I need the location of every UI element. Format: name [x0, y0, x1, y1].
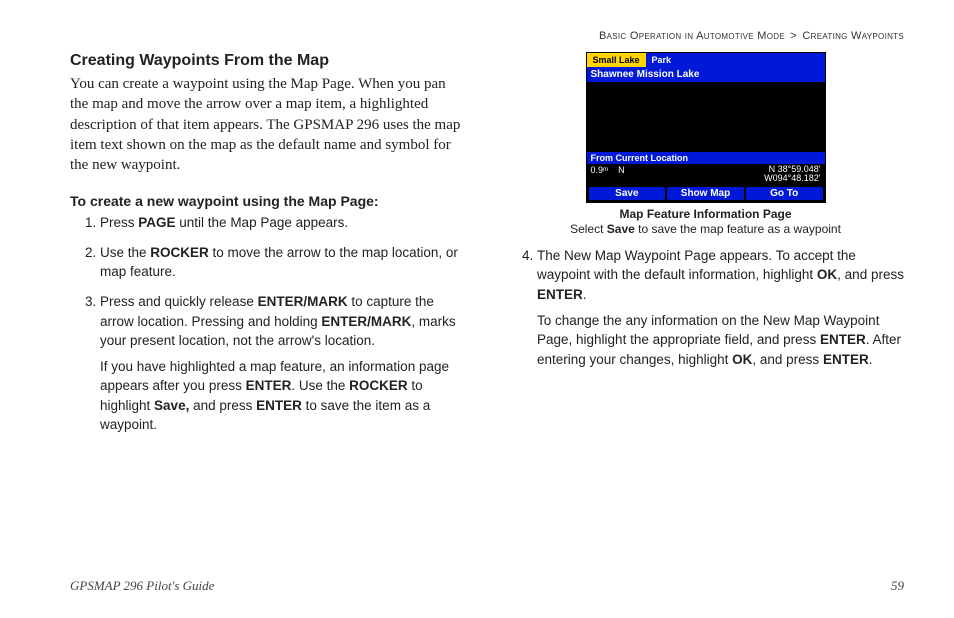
key-rocker: ROCKER: [349, 378, 408, 393]
step-text: The New Map Waypoint Page appears. To ac…: [537, 248, 856, 283]
key-rocker: ROCKER: [150, 245, 209, 260]
page-footer: GPSMAP 296 Pilot's Guide 59: [70, 578, 904, 594]
fig-sub-save: Save: [607, 222, 635, 236]
figure-subcaption: Select Save to save the map feature as a…: [570, 222, 841, 236]
device-buttons: Save Show Map Go To: [587, 185, 825, 202]
key-page: PAGE: [138, 215, 175, 230]
device-title: Shawnee Mission Lake: [587, 67, 825, 82]
device-direction: N: [618, 165, 625, 184]
device-subtitle: From Current Location: [587, 152, 825, 164]
device-btn-showmap: Show Map: [667, 187, 744, 200]
device-distance: 0.9ᵐ: [591, 165, 609, 184]
device-info-left: 0.9ᵐ N: [591, 165, 625, 184]
device-tab-active: Small Lake: [587, 53, 646, 67]
procedure-steps-left: Press PAGE until the Map Page appears. U…: [70, 213, 467, 435]
key-enter: ENTER: [246, 378, 292, 393]
figure-caption: Map Feature Information Page: [619, 207, 791, 221]
device-tab-filler: [677, 53, 824, 67]
right-column: Small Lake Park Shawnee Mission Lake Fro…: [507, 52, 904, 445]
device-map-area: [587, 82, 825, 152]
device-tab-inactive: Park: [646, 53, 678, 67]
breadcrumb-sep: >: [790, 30, 797, 42]
footer-guide-name: GPSMAP 296 Pilot's Guide: [70, 578, 214, 594]
two-column-layout: Creating Waypoints From the Map You can …: [70, 52, 904, 445]
device-coord-lon: W094°48.182': [764, 174, 820, 183]
step-4-note: To change the any information on the New…: [537, 311, 904, 370]
step-text: , and press: [752, 352, 823, 367]
procedure-heading: To create a new waypoint using the Map P…: [70, 193, 467, 209]
device-btn-save: Save: [589, 187, 666, 200]
fig-sub-text: Select: [570, 222, 607, 236]
step-3: Press and quickly release ENTER/MARK to …: [100, 292, 467, 435]
device-figure: Small Lake Park Shawnee Mission Lake Fro…: [507, 52, 904, 236]
step-text: and press: [189, 398, 256, 413]
key-ok: OK: [817, 267, 837, 282]
key-enter: ENTER: [537, 287, 583, 302]
step-text: until the Map Page appears.: [176, 215, 349, 230]
key-enter-mark: ENTER/MARK: [258, 294, 348, 309]
step-text: , and press: [837, 267, 904, 282]
step-text: .: [869, 352, 873, 367]
device-info-right: N 38°59.048' W094°48.182': [764, 165, 820, 184]
step-text: Use the: [100, 245, 150, 260]
breadcrumb: Basic Operation in Automotive Mode > Cre…: [70, 30, 904, 42]
key-save: Save,: [154, 398, 189, 413]
fig-sub-text: to save the map feature as a waypoint: [635, 222, 841, 236]
device-screenshot: Small Lake Park Shawnee Mission Lake Fro…: [586, 52, 826, 203]
key-enter: ENTER: [256, 398, 302, 413]
key-enter: ENTER: [820, 332, 866, 347]
step-1: Press PAGE until the Map Page appears.: [100, 213, 467, 233]
document-page: Basic Operation in Automotive Mode > Cre…: [0, 0, 954, 618]
device-info-row: 0.9ᵐ N N 38°59.048' W094°48.182': [587, 164, 825, 185]
intro-paragraph: You can create a waypoint using the Map …: [70, 74, 467, 175]
section-title: Creating Waypoints From the Map: [70, 52, 467, 70]
step-4: The New Map Waypoint Page appears. To ac…: [537, 246, 904, 369]
step-text: . Use the: [291, 378, 349, 393]
step-text: .: [583, 287, 587, 302]
device-btn-goto: Go To: [746, 187, 823, 200]
step-text: Press: [100, 215, 138, 230]
key-enter-mark: ENTER/MARK: [321, 314, 411, 329]
left-column: Creating Waypoints From the Map You can …: [70, 52, 467, 445]
step-text: Press and quickly release: [100, 294, 258, 309]
procedure-steps-right: The New Map Waypoint Page appears. To ac…: [507, 246, 904, 369]
footer-page-number: 59: [891, 578, 904, 594]
breadcrumb-sub: Creating Waypoints: [802, 30, 904, 42]
key-ok: OK: [732, 352, 752, 367]
step-2: Use the ROCKER to move the arrow to the …: [100, 243, 467, 282]
key-enter: ENTER: [823, 352, 869, 367]
breadcrumb-section: Basic Operation in Automotive Mode: [599, 30, 785, 42]
step-3-note: If you have highlighted a map feature, a…: [100, 357, 467, 435]
device-tabs: Small Lake Park: [587, 53, 825, 67]
